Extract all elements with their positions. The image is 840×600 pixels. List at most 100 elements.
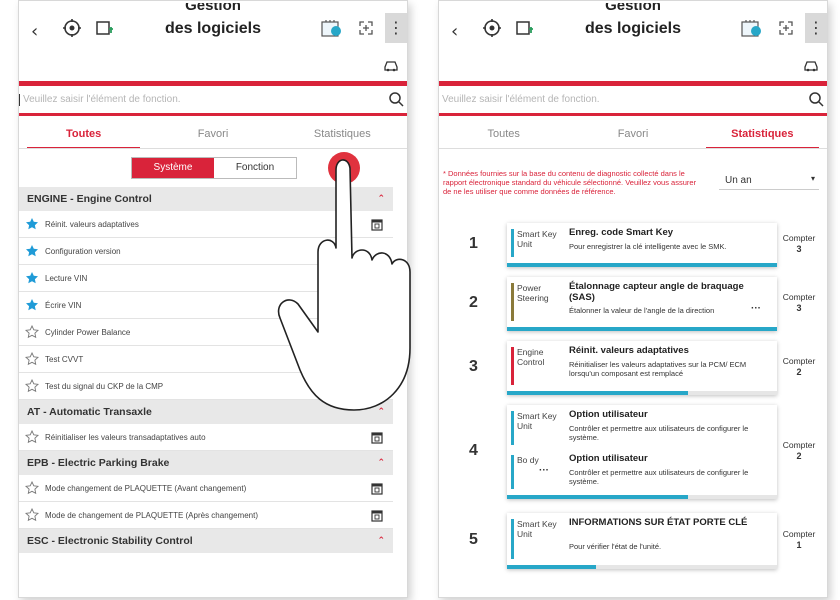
usage-progress-bar xyxy=(507,565,777,569)
search-bar[interactable]: Veuillez saisir l'élément de fonction. xyxy=(439,87,827,113)
unit-name: Smart Key Unit xyxy=(517,411,557,431)
title-bottom: des logiciels xyxy=(584,20,682,37)
count-value: 1 xyxy=(796,540,802,550)
count-value: 3 xyxy=(796,303,802,313)
tab-bar: Toutes Favori Statistiques xyxy=(19,121,407,149)
star-outline-icon[interactable] xyxy=(25,481,39,495)
count-label: Compter xyxy=(782,529,816,539)
usage-progress-bar xyxy=(507,391,777,395)
count-label: Compter xyxy=(782,292,816,302)
function-description: Contrôler et permettre aux utilisateurs … xyxy=(569,424,749,442)
expand-icon[interactable] xyxy=(357,19,375,37)
list-item-label: Réinit. valeurs adaptatives xyxy=(45,219,139,229)
calendar-icon[interactable] xyxy=(371,482,383,495)
function-description: Étalonner la valeur de l'angle de la dir… xyxy=(569,306,715,315)
function-title: Option utilisateur xyxy=(569,409,648,420)
search-icon[interactable] xyxy=(387,90,407,110)
search-bar[interactable]: Veuillez saisir l'élément de fonction. xyxy=(19,87,407,113)
unit-label: Smart Key Unit xyxy=(511,411,563,445)
car-icon[interactable] xyxy=(383,57,399,73)
unit-label: Bo dy xyxy=(511,455,563,489)
unit-label: Engine Control xyxy=(511,347,563,385)
screenshot-stage: ‹ Gestion des logiciels ⋮ Veuillez saisi… xyxy=(0,0,840,600)
expand-icon[interactable] xyxy=(777,19,795,37)
list-item[interactable]: Réinitialiser les valeurs transadaptativ… xyxy=(19,424,393,451)
function-card[interactable]: Power Steering Étalonnage capteur angle d… xyxy=(507,277,777,331)
search-input[interactable]: Veuillez saisir l'élément de fonction. xyxy=(19,94,387,106)
group-name: AT - Automatic Transaxle xyxy=(27,406,152,418)
usage-progress-bar xyxy=(507,327,777,331)
function-card[interactable]: Smart Key Unit Option utilisateur Contrôle… xyxy=(507,405,777,499)
tab-favori[interactable]: Favori xyxy=(568,121,697,147)
search-input[interactable]: Veuillez saisir l'élément de fonction. xyxy=(439,94,807,106)
period-dropdown[interactable]: Un an ▾ xyxy=(719,172,819,190)
function-card[interactable]: Smart Key Unit INFORMATIONS SUR ÉTAT PORT… xyxy=(507,513,777,569)
list-item[interactable]: Mode de changement de PLAQUETTE (Après c… xyxy=(19,502,393,529)
count-display: Compter 1 xyxy=(777,529,821,551)
more-horizontal-icon[interactable]: ··· xyxy=(751,303,761,314)
segment-systeme[interactable]: Système xyxy=(132,158,214,178)
more-vertical-icon[interactable]: ⋮ xyxy=(805,13,827,43)
unit-name: Smart Key Unit xyxy=(517,519,557,539)
count-display: Compter 2 xyxy=(777,440,821,462)
calendar-icon[interactable] xyxy=(371,431,383,444)
count-display: Compter 2 xyxy=(777,356,821,378)
more-horizontal-icon[interactable]: ··· xyxy=(539,465,549,476)
tab-favori[interactable]: Favori xyxy=(148,121,277,147)
top-app-bar: ‹ Gestion des logiciels ⋮ xyxy=(19,1,407,72)
tab-toutes[interactable]: Toutes xyxy=(19,121,148,149)
rank-number: 1 xyxy=(469,235,478,252)
function-description: Pour vérifier l'état de l'unité. xyxy=(569,542,662,551)
unit-color-bar xyxy=(511,283,514,321)
count-value: 3 xyxy=(796,244,802,254)
tab-statistiques[interactable]: Statistiques xyxy=(278,121,407,147)
function-description: Contrôler et permettre aux utilisateurs … xyxy=(569,468,749,486)
title-top: Gestion xyxy=(185,3,241,14)
usage-progress-bar xyxy=(507,263,777,267)
segment-control: Système Fonction xyxy=(131,157,297,179)
chevron-up-icon[interactable]: ⌃ xyxy=(377,451,385,475)
tab-toutes[interactable]: Toutes xyxy=(439,121,568,147)
star-outline-icon[interactable] xyxy=(25,508,39,522)
title-top: Gestion xyxy=(605,3,661,14)
car-icon[interactable] xyxy=(803,57,819,73)
search-icon[interactable] xyxy=(807,90,827,110)
function-card[interactable]: Engine Control Réinit. valeurs adaptative… xyxy=(507,341,777,395)
usage-progress-fill xyxy=(507,327,777,331)
star-outline-icon[interactable] xyxy=(25,325,39,339)
group-name: ESC - Electronic Stability Control xyxy=(27,535,193,547)
group-header[interactable]: EPB - Electric Parking Brake ⌃ xyxy=(19,451,393,475)
usage-progress-fill xyxy=(507,495,688,499)
accent-divider xyxy=(19,113,407,116)
chevron-up-icon[interactable]: ⌃ xyxy=(377,529,385,553)
accent-divider xyxy=(439,81,827,86)
star-filled-icon[interactable] xyxy=(25,244,39,258)
count-value: 2 xyxy=(796,367,802,377)
rank-number: 4 xyxy=(469,442,478,459)
accent-divider xyxy=(19,81,407,86)
star-filled-icon[interactable] xyxy=(25,271,39,285)
ecu-update-icon[interactable] xyxy=(319,16,345,40)
unit-name: Bo dy xyxy=(517,455,539,465)
rank-number: 2 xyxy=(469,294,478,311)
unit-name: Smart Key Unit xyxy=(517,229,557,249)
function-card[interactable]: Smart Key Unit Enreg. code Smart Key Pour … xyxy=(507,223,777,267)
calendar-icon[interactable] xyxy=(371,509,383,522)
star-filled-icon[interactable] xyxy=(25,298,39,312)
list-item[interactable]: Mode changement de PLAQUETTE (Avant chan… xyxy=(19,475,393,502)
count-display: Compter 3 xyxy=(777,292,821,314)
unit-color-bar xyxy=(511,229,514,257)
ecu-update-icon[interactable] xyxy=(739,16,765,40)
unit-color-bar xyxy=(511,519,514,559)
star-outline-icon[interactable] xyxy=(25,379,39,393)
list-item-label: Test du signal du CKP de la CMP xyxy=(45,381,164,391)
star-outline-icon[interactable] xyxy=(25,430,39,444)
star-filled-icon[interactable] xyxy=(25,217,39,231)
group-header[interactable]: ESC - Electronic Stability Control ⌃ xyxy=(19,529,393,553)
count-label: Compter xyxy=(782,356,816,366)
star-outline-icon[interactable] xyxy=(25,352,39,366)
list-item-label: Écrire VIN xyxy=(45,300,82,310)
tab-statistiques[interactable]: Statistiques xyxy=(698,121,827,149)
more-vertical-icon[interactable]: ⋮ xyxy=(385,13,407,43)
unit-name: Engine Control xyxy=(517,347,545,367)
